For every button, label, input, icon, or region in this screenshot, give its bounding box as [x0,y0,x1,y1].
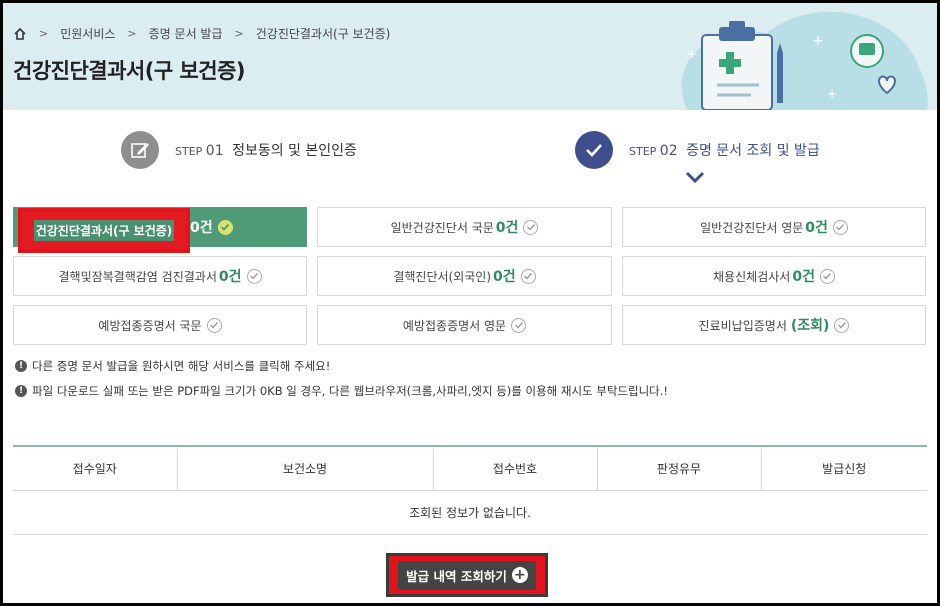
page-frame: > 민원서비스 > 증명 문서 발급 > 건강진단결과서(구 보건증) 건강진단… [3,3,937,603]
doc-item-label: 채용신체검사서 [713,269,791,284]
breadcrumb-item-current: 건강진단결과서(구 보건증) [255,27,391,41]
highlight-box: 건강진단결과서(구 보건증) [18,208,190,253]
column-header: 발급신청 [760,445,927,491]
check-circle-icon [206,317,222,333]
notice-text: 다른 증명 문서 발급을 원하시면 해당 서비스를 클릭해 주세요! [32,359,331,373]
chevron-down-icon [685,171,705,183]
breadcrumb: > 민원서비스 > 증명 문서 발급 > 건강진단결과서(구 보건증) [13,25,390,42]
column-header: 보건소명 [176,445,433,491]
doc-item-label: 건강진단결과서(구 보건증) [33,220,175,241]
issuance-history-search-button[interactable]: 발급 내역 조회하기 + [398,560,536,590]
column-header: 접수일자 [13,445,177,491]
notice-list: ! 다른 증명 문서 발급을 원하시면 해당 서비스를 클릭해 주세요! ! 파… [15,358,668,408]
doc-item-health-certificate[interactable]: 건강진단결과서(구 보건증) 0건 [13,207,307,253]
doc-item-label: 일반건강진단서 국문 [390,220,494,235]
table-header-row: 접수일자 보건소명 접수번호 판정유무 발급신청 [13,445,927,491]
step-number: 01 [205,143,224,159]
doc-item-vaccination-korean[interactable]: 예방접종증명서 국문 [13,305,307,345]
doc-item-label: 일반건강진단서 영문 [700,220,804,235]
doc-item-label: 결핵및잠복결핵감염 검진결과서 [58,269,217,284]
notice-item: ! 파일 다운로드 실패 또는 받은 PDF파일 크기가 0KB 일 경우, 다… [15,383,668,399]
check-circle-icon [246,268,262,284]
check-circle-icon [217,219,233,235]
doc-item-tuberculosis-foreigner[interactable]: 결핵진단서(외국인) 0건 [317,256,612,296]
page-title: 건강진단결과서(구 보건증) [13,59,246,83]
step-number: 02 [659,143,678,159]
page-header: > 민원서비스 > 증명 문서 발급 > 건강진단결과서(구 보건증) 건강진단… [3,3,937,110]
column-header: 접수번호 [432,445,597,491]
doc-item-count: 0건 [792,269,815,285]
doc-item-vaccination-english[interactable]: 예방접종증명서 영문 [317,305,612,345]
breadcrumb-item[interactable]: 증명 문서 발급 [149,25,223,42]
chevron-right-icon: > [234,27,244,40]
doc-item-count: 0건 [218,269,242,285]
check-circle-icon [819,268,835,284]
notice-item: ! 다른 증명 문서 발급을 원하시면 해당 서비스를 클릭해 주세요! [15,358,668,374]
doc-item-count: 0건 [495,220,519,236]
highlight-box: 발급 내역 조회하기 + [386,553,548,597]
doc-item-count: 0건 [805,220,828,236]
plus-circle-icon: + [511,567,528,583]
step-prefix: STEP [629,145,657,158]
doc-item-general-english[interactable]: 일반건강진단서 영문 0건 [622,207,926,247]
chevron-right-icon: > [39,27,49,40]
svg-text:+: + [687,47,697,61]
step-2-label: STEP 02 증명 문서 조회 및 발급 [629,140,820,160]
check-circle-icon [834,317,850,333]
step-title: 증명 문서 조회 및 발급 [686,143,820,159]
step-prefix: STEP [175,145,203,158]
exclamation-icon: ! [15,360,27,372]
doc-item-count: 0건 [190,220,213,236]
check-circle-icon [832,219,848,235]
doc-item-medical-payment[interactable]: 진료비납입증명서 (조회) [622,305,926,345]
step-title: 정보동의 및 본인인증 [232,143,357,159]
home-icon[interactable] [13,27,27,41]
doc-item-label: 예방접종증명서 영문 [402,318,507,333]
step-1-label: STEP 01 정보동의 및 본인인증 [175,140,357,160]
empty-message: 조회된 정보가 없습니다. [13,490,927,535]
doc-item-label: 진료비납입증명서 [698,318,787,333]
doc-item-tuberculosis-screening[interactable]: 결핵및잠복결핵감염 검진결과서 0건 [13,256,307,296]
issuance-table: 접수일자 보건소명 접수번호 판정유무 발급신청 조회된 정보가 없습니다. [13,445,927,535]
doc-item-general-korean[interactable]: 일반건강진단서 국문 0건 [317,207,612,247]
check-circle-icon [520,268,536,284]
step-1: STEP 01 정보동의 및 본인인증 [121,131,357,169]
table-row: 조회된 정보가 없습니다. [13,490,927,535]
svg-text:+: + [827,87,837,101]
doc-item-label: 예방접종증명서 국문 [98,318,202,333]
doc-item-label: 결핵진단서(외국인) [393,269,492,284]
check-circle-icon [523,219,539,235]
breadcrumb-item[interactable]: 민원서비스 [60,25,115,42]
medical-clipboard-illustration: + + + [681,11,928,110]
doc-item-count: 0건 [493,269,516,285]
button-label: 발급 내역 조회하기 [406,568,507,584]
check-circle-icon [511,317,527,333]
notice-text: 파일 다운로드 실패 또는 받은 PDF파일 크기가 0KB 일 경우, 다른 … [32,384,669,398]
edit-icon [121,131,159,169]
svg-text:+: + [812,33,824,49]
exclamation-icon: ! [15,385,27,397]
doc-item-employment-exam[interactable]: 채용신체검사서 0건 [622,256,926,296]
doc-item-count: (조회) [790,318,830,334]
step-2: STEP 02 증명 문서 조회 및 발급 [575,131,820,169]
chevron-right-icon: > [127,27,137,40]
column-header: 판정유무 [596,445,761,491]
check-icon [575,131,613,169]
